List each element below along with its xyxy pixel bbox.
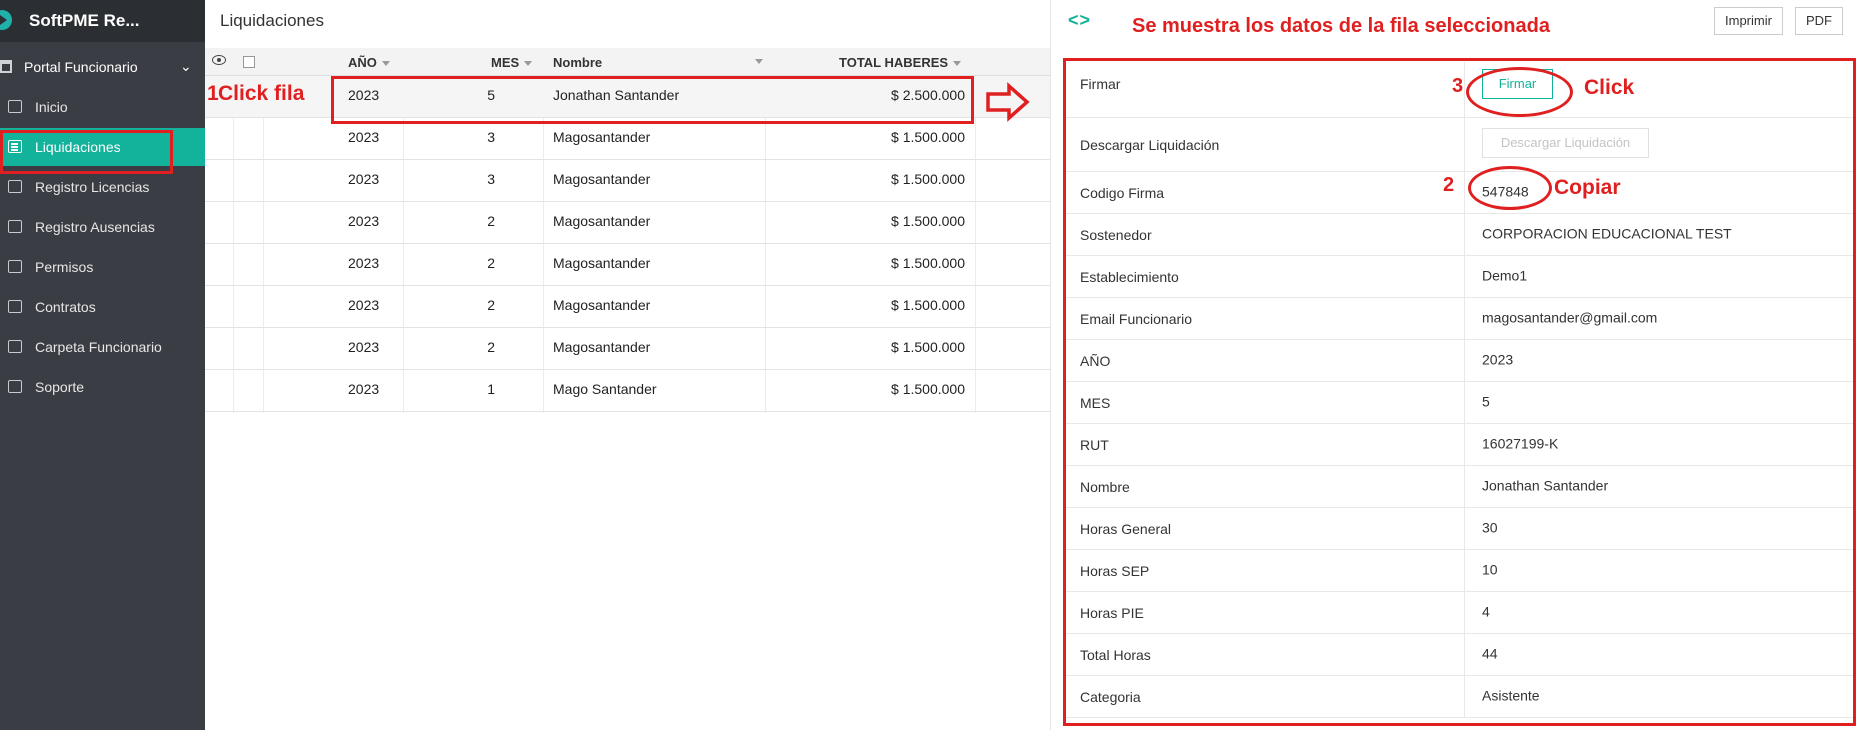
column-header-mes[interactable]: MES xyxy=(491,55,533,70)
annotation-step2: Copiar xyxy=(1554,176,1621,199)
cell-total: $ 1.500.000 xyxy=(891,213,965,229)
annotation-step2-number: 2 xyxy=(1443,174,1455,196)
cell-anio: 2023 xyxy=(348,213,380,229)
cell-total: $ 1.500.000 xyxy=(891,297,965,313)
column-label: AÑO xyxy=(348,55,377,70)
column-header-anio[interactable]: AÑO xyxy=(348,55,390,70)
sidebar-item-registro-ausencias[interactable]: Registro Ausencias xyxy=(0,208,205,246)
sidebar-item-label: Contratos xyxy=(35,299,96,315)
logo-icon xyxy=(0,10,12,30)
column-header-total-haberes[interactable]: TOTAL HABERES xyxy=(839,55,962,70)
cell-mes: 2 xyxy=(487,255,495,271)
table-row[interactable]: 2023 3 Magosantander $ 1.500.000 xyxy=(205,118,1050,160)
cell-nombre: Magosantander xyxy=(553,171,651,187)
folder-icon xyxy=(8,340,22,353)
sidebar-item-label: Soporte xyxy=(35,379,85,395)
sidebar-item-label: Registro Ausencias xyxy=(35,219,155,235)
portal-funcionario-menu[interactable]: Portal Funcionario ⌄ xyxy=(0,52,205,84)
cell-total: $ 1.500.000 xyxy=(891,255,965,271)
annotation-step1-number: 1 xyxy=(207,82,219,105)
annotation-step1: Click fila xyxy=(218,82,305,105)
cell-total: $ 1.500.000 xyxy=(891,129,965,145)
cell-total: $ 1.500.000 xyxy=(891,339,965,355)
chevron-down-icon: ⌄ xyxy=(180,58,192,74)
sort-icon[interactable] xyxy=(755,59,763,64)
cell-nombre: Magosantander xyxy=(553,129,651,145)
cell-anio: 2023 xyxy=(348,381,380,397)
pen-icon xyxy=(8,300,22,313)
cell-nombre: Magosantander xyxy=(553,339,651,355)
table-row[interactable]: 2023 2 Magosantander $ 1.500.000 xyxy=(205,202,1050,244)
column-label: TOTAL HABERES xyxy=(839,55,949,70)
cell-mes: 1 xyxy=(487,381,495,397)
cell-nombre: Magosantander xyxy=(553,255,651,271)
sidebar-item-soporte[interactable]: Soporte xyxy=(0,368,205,406)
annotation-box-row xyxy=(331,76,974,124)
cell-mes: 3 xyxy=(487,129,495,145)
column-header-nombre[interactable]: Nombre xyxy=(553,55,602,70)
binoculars-icon xyxy=(8,220,22,233)
cell-anio: 2023 xyxy=(348,171,380,187)
cell-anio: 2023 xyxy=(348,255,380,271)
sidebar: SoftPME Re... Portal Funcionario ⌄ Inici… xyxy=(0,0,205,730)
annotation-box-sidebar xyxy=(0,130,173,174)
annotation-circle-codigo xyxy=(1468,166,1552,210)
table-row[interactable]: 2023 3 Magosantander $ 1.500.000 xyxy=(205,160,1050,202)
arrow-right-icon xyxy=(986,82,1030,122)
select-all-checkbox[interactable] xyxy=(243,56,255,68)
cell-total: $ 1.500.000 xyxy=(891,171,965,187)
cell-nombre: Magosantander xyxy=(553,297,651,313)
brand-title: SoftPME Re... xyxy=(29,11,140,30)
grid-header: AÑO MES Nombre TOTAL HABERES xyxy=(205,48,1050,76)
table-row[interactable]: 2023 2 Magosantander $ 1.500.000 xyxy=(205,286,1050,328)
cell-nombre: Mago Santander xyxy=(553,381,657,397)
column-label: MES xyxy=(491,55,520,70)
annotation-header: Se muestra los datos de la fila seleccio… xyxy=(1132,15,1550,37)
building-icon xyxy=(0,60,12,73)
table-row[interactable]: 2023 2 Magosantander $ 1.500.000 xyxy=(205,244,1050,286)
sort-icon xyxy=(953,61,962,67)
sidebar-item-label: Carpeta Funcionario xyxy=(35,339,162,355)
page-title: Liquidaciones xyxy=(220,11,324,30)
home-icon xyxy=(8,100,22,113)
cell-anio: 2023 xyxy=(348,297,380,313)
cell-anio: 2023 xyxy=(348,339,380,355)
cell-total: $ 1.500.000 xyxy=(891,381,965,397)
inbox-icon xyxy=(8,260,22,273)
cell-anio: 2023 xyxy=(348,129,380,145)
sidebar-item-label: Inicio xyxy=(35,99,68,115)
portal-label: Portal Funcionario xyxy=(24,59,138,75)
pdf-button[interactable]: PDF xyxy=(1795,7,1843,35)
eye-icon[interactable] xyxy=(212,55,226,65)
annotation-step3-number: 3 xyxy=(1452,75,1464,97)
cell-mes: 2 xyxy=(487,339,495,355)
sidebar-item-label: Permisos xyxy=(35,259,94,275)
cell-mes: 2 xyxy=(487,297,495,313)
support-icon xyxy=(8,380,22,393)
table-row[interactable]: 2023 2 Magosantander $ 1.500.000 xyxy=(205,328,1050,370)
sort-icon xyxy=(524,61,533,67)
column-label: Nombre xyxy=(553,55,603,70)
table-row[interactable]: 2023 1 Mago Santander $ 1.500.000 xyxy=(205,370,1050,412)
cell-mes: 2 xyxy=(487,213,495,229)
sidebar-item-carpeta-funcionario[interactable]: Carpeta Funcionario xyxy=(0,328,205,366)
cell-mes: 3 xyxy=(487,171,495,187)
brand-bar: SoftPME Re... xyxy=(0,0,205,42)
cell-nombre: Magosantander xyxy=(553,213,651,229)
sort-icon xyxy=(381,61,390,67)
print-button[interactable]: Imprimir xyxy=(1714,7,1783,35)
sidebar-item-contratos[interactable]: Contratos xyxy=(0,288,205,326)
sidebar-item-label: Registro Licencias xyxy=(35,179,150,195)
sidebar-item-permisos[interactable]: Permisos xyxy=(0,248,205,286)
annotation-circle-firmar xyxy=(1466,67,1573,117)
sidebar-item-inicio[interactable]: Inicio xyxy=(0,88,205,126)
document-icon xyxy=(8,180,22,193)
annotation-step3: Click xyxy=(1584,76,1635,99)
code-icon[interactable]: <> xyxy=(1068,10,1091,31)
annotation-box-detail xyxy=(1063,58,1856,726)
